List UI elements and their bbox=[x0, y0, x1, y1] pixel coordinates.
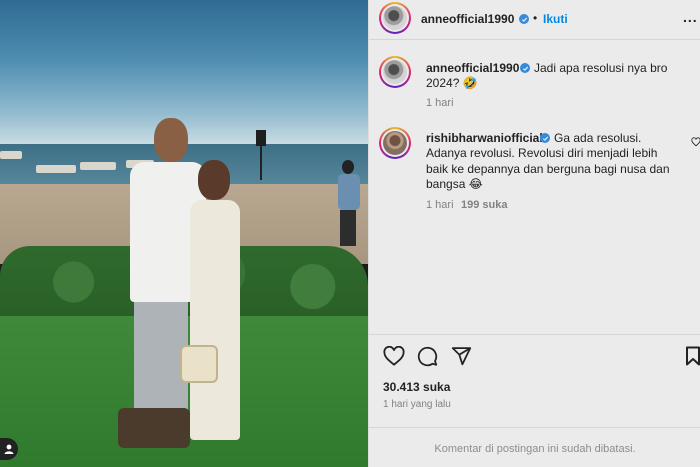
comment-avatar[interactable] bbox=[379, 56, 411, 88]
photo-bystander bbox=[334, 160, 362, 246]
comment-text: Adanya revolusi. Revolusi diri menjadi l… bbox=[426, 146, 658, 160]
footer-divider bbox=[369, 427, 700, 428]
bystander-head bbox=[342, 160, 354, 174]
comment-time: 1 hari bbox=[426, 199, 454, 211]
woman-dress bbox=[190, 200, 240, 440]
comment-text: 2024? 🤣 bbox=[426, 76, 478, 90]
avatar-ring bbox=[381, 58, 409, 86]
author-username[interactable]: anneofficial1990 bbox=[421, 12, 514, 26]
comment-like-heart-icon[interactable] bbox=[691, 137, 700, 147]
verified-badge-icon bbox=[519, 14, 529, 24]
comment-text: bangsa 😂 bbox=[426, 177, 483, 191]
comment-username[interactable]: anneofficial1990 bbox=[426, 61, 519, 75]
separator-dot: • bbox=[533, 11, 538, 25]
avatar-ring bbox=[381, 4, 409, 32]
bystander-body bbox=[338, 174, 360, 210]
comment-avatar[interactable] bbox=[379, 127, 411, 159]
person-icon bbox=[4, 444, 14, 454]
photo-boat bbox=[80, 162, 116, 170]
woman-head bbox=[198, 160, 230, 200]
post-photo[interactable] bbox=[0, 0, 368, 467]
photo-speaker-pole bbox=[260, 146, 262, 180]
comment-time: 1 hari bbox=[426, 97, 454, 109]
avatar-ring bbox=[381, 129, 409, 157]
likes-count[interactable]: 30.413 suka bbox=[383, 380, 450, 394]
author-avatar[interactable] bbox=[379, 2, 411, 34]
bookmark-icon[interactable] bbox=[685, 346, 700, 366]
avatar bbox=[383, 6, 407, 30]
photo-handbag bbox=[180, 345, 218, 383]
header-divider bbox=[369, 39, 700, 40]
photo-woman bbox=[184, 160, 244, 460]
comments-limited-notice: Komentar di postingan ini sudah dibatasi… bbox=[434, 443, 636, 455]
comment-likes[interactable]: 199 suka bbox=[461, 199, 507, 211]
follow-button[interactable]: Ikuti bbox=[543, 12, 568, 26]
comment-text: Jadi apa resolusi nya bro bbox=[534, 61, 668, 75]
share-icon[interactable] bbox=[451, 346, 472, 366]
verified-badge-icon bbox=[520, 63, 530, 73]
more-options-button[interactable]: ... bbox=[683, 9, 698, 25]
post-timestamp[interactable]: 1 hari yang lalu bbox=[383, 399, 451, 410]
man-head bbox=[154, 118, 188, 162]
avatar bbox=[383, 131, 407, 155]
comment-icon[interactable] bbox=[417, 346, 438, 367]
man-shoes bbox=[118, 408, 190, 448]
comment-username[interactable]: rishibharwaniofficial bbox=[426, 131, 543, 145]
post-side-panel: anneofficial1990 • Ikuti ... anneofficia… bbox=[368, 0, 700, 467]
bystander-legs bbox=[340, 210, 356, 246]
post-header: anneofficial1990 • Ikuti ... bbox=[369, 0, 700, 38]
photo-boat bbox=[0, 151, 22, 159]
verified-badge-icon bbox=[540, 133, 550, 143]
actions-divider bbox=[369, 334, 700, 335]
heart-icon[interactable] bbox=[383, 346, 405, 366]
avatar bbox=[383, 60, 407, 84]
photo-boat bbox=[36, 165, 76, 173]
photo-speaker bbox=[256, 130, 266, 146]
